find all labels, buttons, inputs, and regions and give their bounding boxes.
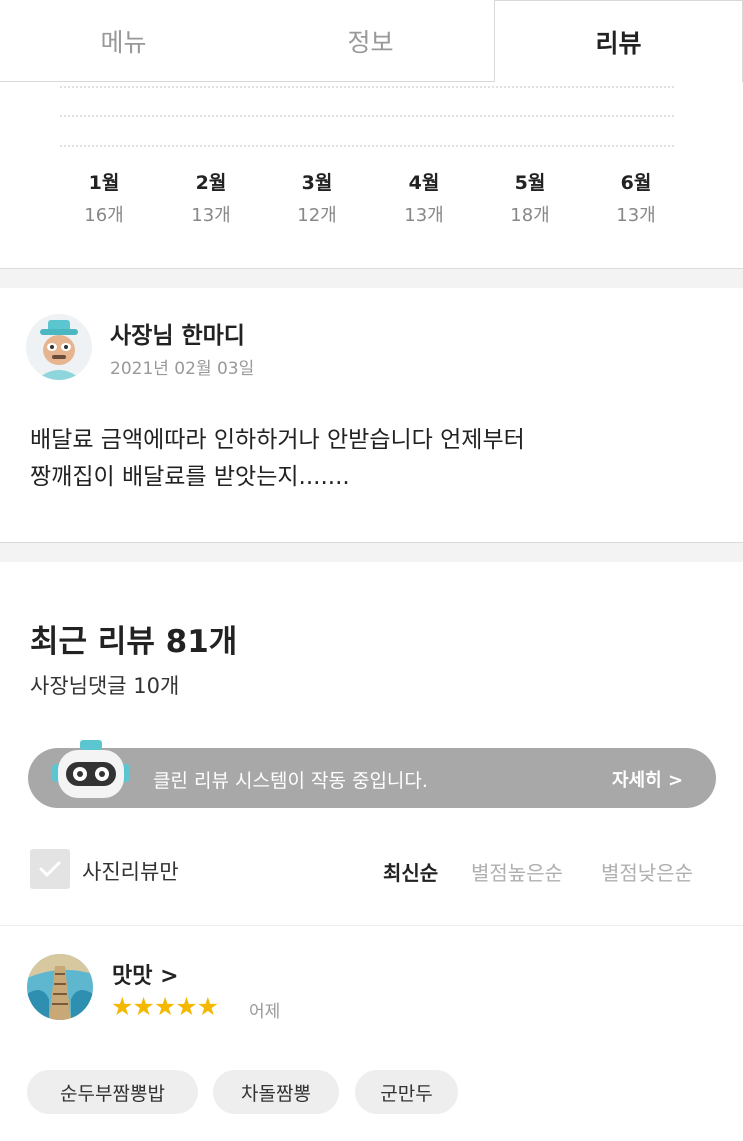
sort-rating-low[interactable]: 별점낮은순 xyxy=(601,857,693,886)
tab-bar: 메뉴 정보 리뷰 xyxy=(0,0,743,82)
owner-comment-title: 사장님 한마디 xyxy=(110,323,245,349)
grid-line xyxy=(60,86,674,88)
photo-only-checkbox[interactable] xyxy=(30,849,70,889)
monthly-review-chart: 1월 16개 2월 13개 3월 12개 4월 13개 5월 18개 6월 13… xyxy=(0,82,743,268)
month-stat: 5월 18개 xyxy=(490,168,570,227)
review-star-rating: ★★★★★ xyxy=(111,992,219,1021)
section-divider xyxy=(0,268,743,288)
month-label: 6월 xyxy=(620,172,652,194)
grid-line xyxy=(60,145,674,147)
month-stat: 1월 16개 xyxy=(64,168,144,227)
owner-character-icon xyxy=(26,314,92,380)
sort-latest[interactable]: 최신순 xyxy=(383,857,438,886)
clean-robot-icon xyxy=(50,738,132,806)
month-count: 13개 xyxy=(191,205,231,226)
sort-rating-high[interactable]: 별점높은순 xyxy=(471,857,563,886)
month-stat: 3월 12개 xyxy=(277,168,357,227)
month-count: 12개 xyxy=(297,205,337,226)
owner-avatar xyxy=(26,314,92,380)
photo-only-label[interactable]: 사진리뷰만 xyxy=(82,856,179,886)
owner-comment-text: 배달료 금액에따라 인하하거나 안받습니다 언제부터 짱깨집이 배달료를 받앗는… xyxy=(30,422,720,496)
month-label: 5월 xyxy=(514,172,546,194)
reviewer-photo-icon xyxy=(27,954,93,1020)
month-count: 13개 xyxy=(616,205,656,226)
month-label: 1월 xyxy=(88,172,120,194)
menu-tag: 차돌짬뽕 xyxy=(213,1070,339,1114)
owner-comment-line: 짱깨집이 배달료를 받앗는지....... xyxy=(30,464,350,490)
month-count: 16개 xyxy=(84,205,124,226)
owner-comment-line: 배달료 금액에따라 인하하거나 안받습니다 언제부터 xyxy=(30,427,525,453)
month-stat: 6월 13개 xyxy=(596,168,676,227)
review-date: 어제 xyxy=(249,1002,281,1022)
tab-reviews[interactable]: 리뷰 xyxy=(494,0,743,82)
section-divider xyxy=(0,542,743,562)
menu-tag: 군만두 xyxy=(355,1070,458,1114)
owner-comment-date: 2021년 02월 03일 xyxy=(110,359,255,379)
month-count: 18개 xyxy=(510,205,550,226)
month-count: 13개 xyxy=(404,205,444,226)
check-icon xyxy=(39,861,61,877)
grid-line xyxy=(60,115,674,117)
divider xyxy=(0,925,743,926)
tab-info[interactable]: 정보 xyxy=(247,0,494,82)
month-label: 4월 xyxy=(408,172,440,194)
reviewer-avatar[interactable] xyxy=(27,954,93,1020)
owner-replies-count: 사장님댓글 10개 xyxy=(30,674,180,698)
tab-menu[interactable]: 메뉴 xyxy=(0,0,247,82)
recent-reviews-title: 최근 리뷰 81개 xyxy=(30,624,238,660)
reviewer-name[interactable]: 맛맛 > xyxy=(112,958,179,990)
clean-review-text: 클린 리뷰 시스템이 작동 중입니다. xyxy=(153,770,428,792)
month-stat: 4월 13개 xyxy=(384,168,464,227)
month-label: 2월 xyxy=(195,172,227,194)
clean-review-more-link[interactable]: 자세히 > xyxy=(612,766,683,792)
month-stat: 2월 13개 xyxy=(171,168,251,227)
menu-tag: 순두부짬뽕밥 xyxy=(27,1070,198,1114)
month-label: 3월 xyxy=(301,172,333,194)
